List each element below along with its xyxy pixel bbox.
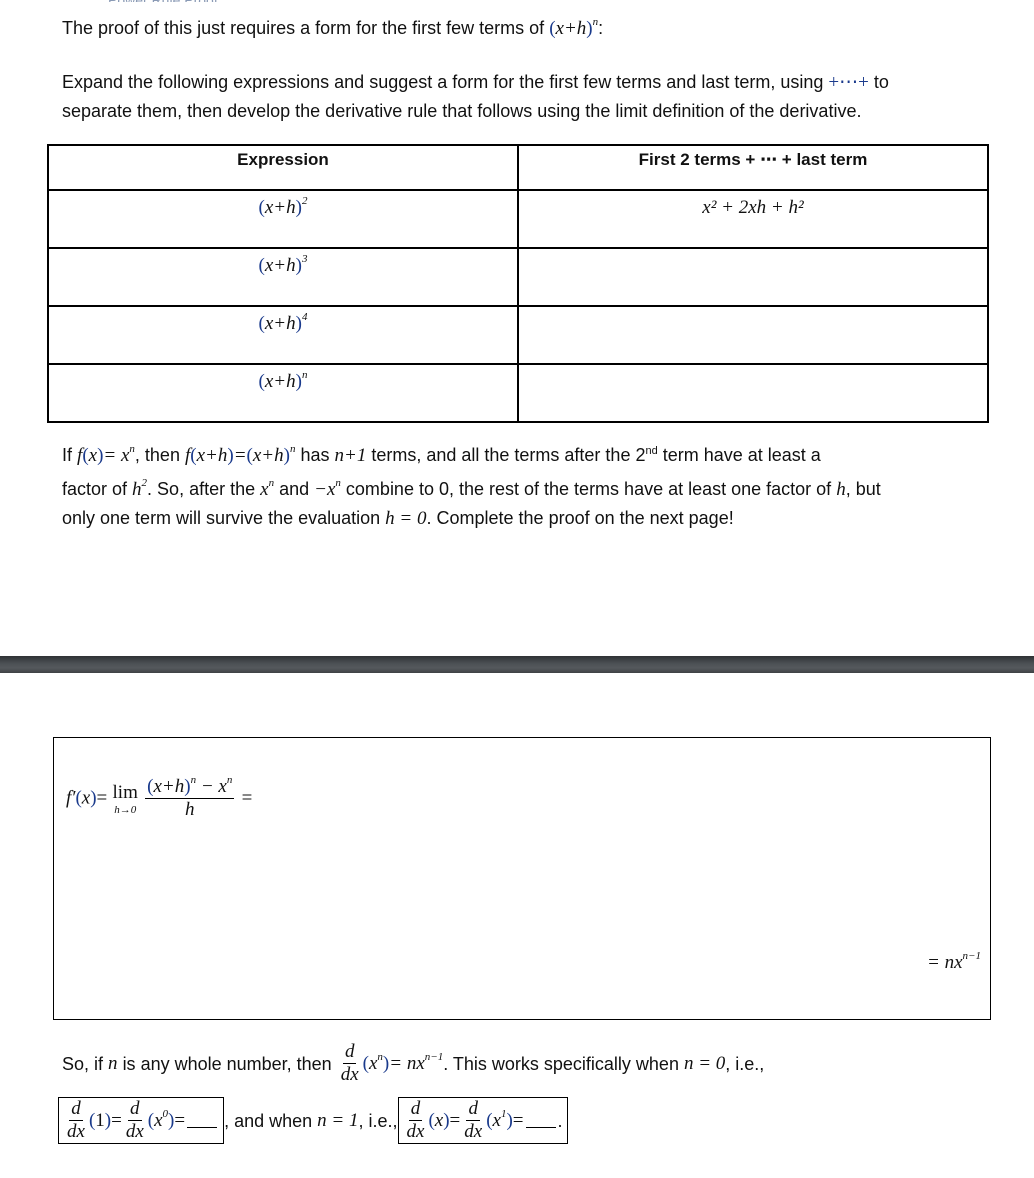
answer-cell[interactable] bbox=[517, 363, 989, 423]
expression-cell: (x+h)3 bbox=[47, 247, 519, 307]
instructions-line-1: Expand the following expressions and sug… bbox=[62, 72, 889, 93]
expression-cell: (x+h)4 bbox=[47, 305, 519, 365]
answer-cell[interactable]: x² + 2xh + h² bbox=[517, 189, 989, 249]
explanation-line-2: factor of h2. So, after the xn and −xn c… bbox=[62, 477, 881, 501]
cutoff-heading: Power Rule Proof bbox=[108, 0, 388, 2]
explanation-line-3: only one term will survive the evaluatio… bbox=[62, 508, 734, 529]
expansion-table: Expression First 2 terms + ⋯ + last term… bbox=[47, 144, 989, 423]
page-break-separator bbox=[0, 656, 1034, 673]
expression-cell: (x+h)n bbox=[47, 363, 519, 423]
instructions-line-2: separate them, then develop the derivati… bbox=[62, 101, 862, 121]
table-row: (x+h)n bbox=[47, 363, 989, 423]
explanation-line-1: If f(x)= xn, then f(x+h)=(x+h)n has n+1 … bbox=[62, 443, 821, 467]
intro-text: The proof of this just requires a form f… bbox=[62, 16, 604, 40]
intro-expression: (x+h)n bbox=[549, 16, 599, 40]
proof-result: = nxn−1 bbox=[927, 950, 981, 974]
table-row: (x+h)4 bbox=[47, 305, 989, 365]
conclusion-line-2: d dx (1)= d dx (x0) = , and when n = 1, i.e… bbox=[58, 1097, 568, 1144]
answer-cell[interactable] bbox=[517, 247, 989, 307]
answer-box-n0[interactable]: d dx (1)= d dx (x0) = bbox=[58, 1097, 225, 1144]
table-header-row: Expression First 2 terms + ⋯ + last term bbox=[47, 144, 989, 191]
column-header-terms: First 2 terms + ⋯ + last term bbox=[517, 144, 989, 191]
table-row: (x+h)3 bbox=[47, 247, 989, 307]
answer-blank[interactable] bbox=[525, 1113, 556, 1128]
derivative-limit-formula: f′(x)= lim h→0 (x+h)n − xn h = bbox=[66, 774, 253, 820]
answer-box-n1[interactable]: d dx (x) = d dx (x1) =. bbox=[397, 1097, 568, 1144]
table-row: (x+h)2 x² + 2xh + h² bbox=[47, 189, 989, 249]
column-header-expression: Expression bbox=[47, 144, 519, 191]
expression-cell: (x+h)2 bbox=[47, 189, 519, 249]
answer-blank[interactable] bbox=[187, 1113, 218, 1128]
conclusion-line-1: So, if n is any whole number, then d dx (… bbox=[62, 1041, 765, 1085]
d-dx-operator: d dx bbox=[340, 1041, 359, 1085]
answer-cell[interactable] bbox=[517, 305, 989, 365]
intro-label: The proof of this just requires a form f… bbox=[62, 18, 545, 38]
